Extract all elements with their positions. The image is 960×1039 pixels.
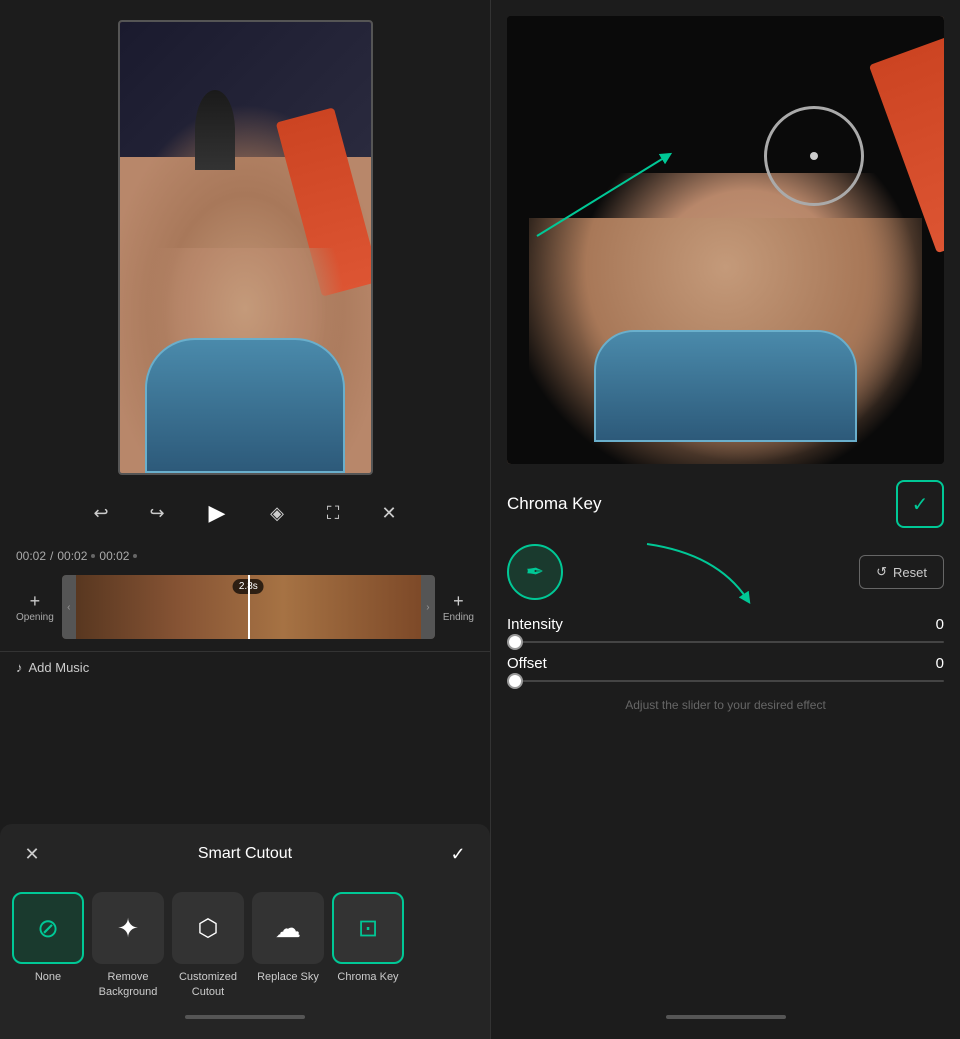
intensity-section: Intensity 0 xyxy=(507,616,944,643)
chroma-preview xyxy=(507,16,944,464)
offset-slider-track[interactable] xyxy=(507,680,944,682)
chroma-key-title: Chroma Key xyxy=(507,494,601,514)
customized-cutout-icon: ⬡ xyxy=(198,914,219,943)
scroll-indicator xyxy=(0,1007,490,1023)
video-thumbnail xyxy=(120,22,371,473)
close-button[interactable]: ✕ xyxy=(373,497,405,529)
remove-background-label: RemoveBackground xyxy=(99,970,158,999)
chroma-circle-inner xyxy=(810,152,818,160)
intensity-label: Intensity xyxy=(507,616,563,633)
teal-annotation-arrow xyxy=(527,146,687,246)
none-label: None xyxy=(35,970,61,984)
opening-label: Opening xyxy=(16,612,54,623)
smart-cutout-confirm-button[interactable]: ✓ xyxy=(442,838,474,870)
current-time: 00:02 xyxy=(16,549,46,563)
redo-button[interactable]: ↪ xyxy=(141,497,173,529)
offset-header: Offset 0 xyxy=(507,655,944,672)
none-icon: ⊘ xyxy=(37,913,59,944)
chroma-confirm-button[interactable]: ✓ xyxy=(896,480,944,528)
chroma-video-inner xyxy=(507,16,944,464)
customized-cutout-icon-wrap: ⬡ xyxy=(172,892,244,964)
time-separator: / xyxy=(50,549,53,563)
remove-background-icon: ✦ xyxy=(117,913,139,944)
reset-button[interactable]: ↺ Reset xyxy=(859,555,944,589)
smart-cutout-header: ✕ Smart Cutout ✓ xyxy=(0,824,490,884)
replace-sky-label: Replace Sky xyxy=(257,970,319,984)
smart-cutout-close-button[interactable]: ✕ xyxy=(16,838,48,870)
smart-cutout-panel: ✕ Smart Cutout ✓ ⊘ None ✦ RemoveBackg xyxy=(0,824,490,1039)
remove-background-icon-wrap: ✦ xyxy=(92,892,164,964)
playhead xyxy=(248,575,250,639)
eyedropper-button[interactable]: ✒ xyxy=(507,544,563,600)
bottom-scroll-indicator xyxy=(491,1007,960,1027)
cutout-option-none[interactable]: ⊘ None xyxy=(12,892,84,999)
intensity-header: Intensity 0 xyxy=(507,616,944,633)
teal-down-arrow xyxy=(597,534,797,614)
marker-dot xyxy=(133,554,137,558)
track-clip[interactable]: ‹ 2.8s › xyxy=(62,575,435,639)
fullscreen-button[interactable]: ⛶ xyxy=(317,497,349,529)
chroma-key-label: Chroma Key xyxy=(337,970,398,984)
chroma-controls: ✒ ↺ Reset I xyxy=(491,536,960,720)
cutout-option-customized-cutout[interactable]: ⬡ CustomizedCutout xyxy=(172,892,244,999)
keyframe-button[interactable]: ◈ xyxy=(261,497,293,529)
video-preview-area xyxy=(0,0,490,485)
timeline-section: 00:02 / 00:02 00:02 + Opening ‹ xyxy=(0,541,490,651)
clip-handle-left[interactable]: ‹ xyxy=(62,575,76,639)
playback-controls: ↩ ↪ ▶ ◈ ⛶ ✕ xyxy=(0,485,490,541)
add-music-button[interactable]: ♪ Add Music xyxy=(16,660,89,675)
timeline-track: + Opening ‹ 2.8s › + xyxy=(0,567,490,647)
cutout-option-remove-background[interactable]: ✦ RemoveBackground xyxy=(92,892,164,999)
hint-text: Adjust the slider to your desired effect xyxy=(507,698,944,712)
chroma-key-header: Chroma Key ✓ xyxy=(491,472,960,536)
replace-sky-icon: ☁ xyxy=(275,913,301,944)
eyedropper-icon: ✒ xyxy=(526,559,544,585)
cutout-options: ⊘ None ✦ RemoveBackground ⬡ Customize xyxy=(0,884,490,1007)
scroll-bar xyxy=(185,1015,305,1019)
undo-button[interactable]: ↩ xyxy=(85,497,117,529)
replace-sky-icon-wrap: ☁ xyxy=(252,892,324,964)
smart-cutout-title: Smart Cutout xyxy=(48,845,442,863)
add-music-bar: ♪ Add Music xyxy=(0,651,490,683)
offset-section: Offset 0 xyxy=(507,655,944,682)
time-dot xyxy=(91,554,95,558)
chroma-key-icon-wrap: ⊡ xyxy=(332,892,404,964)
offset-label: Offset xyxy=(507,655,547,672)
customized-cutout-label: CustomizedCutout xyxy=(179,970,237,999)
opening-button[interactable]: + Opening xyxy=(16,592,54,623)
chroma-key-icon: ⊡ xyxy=(358,914,378,943)
chroma-video-frame xyxy=(507,16,944,464)
chroma-circle-indicator xyxy=(764,106,864,206)
right-panel: Chroma Key ✓ ✒ ↺ xyxy=(491,0,960,1039)
chroma-tool-row: ✒ ↺ Reset xyxy=(507,544,944,600)
play-button[interactable]: ▶ xyxy=(197,493,237,533)
reset-icon: ↺ xyxy=(876,564,887,580)
video-frame xyxy=(118,20,373,475)
ending-button[interactable]: + Ending xyxy=(443,592,474,623)
clip-handle-right[interactable]: › xyxy=(421,575,435,639)
time-labels: 00:02 / 00:02 00:02 xyxy=(0,545,490,567)
ending-label: Ending xyxy=(443,612,474,623)
marker-time: 00:02 xyxy=(99,549,129,563)
offset-value: 0 xyxy=(936,655,944,672)
add-music-label: Add Music xyxy=(29,660,90,675)
intensity-slider-thumb[interactable] xyxy=(507,634,523,650)
cutout-option-replace-sky[interactable]: ☁ Replace Sky xyxy=(252,892,324,999)
music-icon: ♪ xyxy=(16,660,23,675)
bottom-scroll-bar xyxy=(666,1015,786,1019)
none-icon-wrap: ⊘ xyxy=(12,892,84,964)
left-panel: ↩ ↪ ▶ ◈ ⛶ ✕ 00:02 / 00:02 00:02 + Openin… xyxy=(0,0,490,1039)
intensity-value: 0 xyxy=(936,616,944,633)
offset-slider-thumb[interactable] xyxy=(507,673,523,689)
reset-label: Reset xyxy=(893,565,927,580)
total-time: 00:02 xyxy=(57,549,87,563)
intensity-slider-track[interactable] xyxy=(507,641,944,643)
cutout-option-chroma-key[interactable]: ⊡ Chroma Key xyxy=(332,892,404,999)
